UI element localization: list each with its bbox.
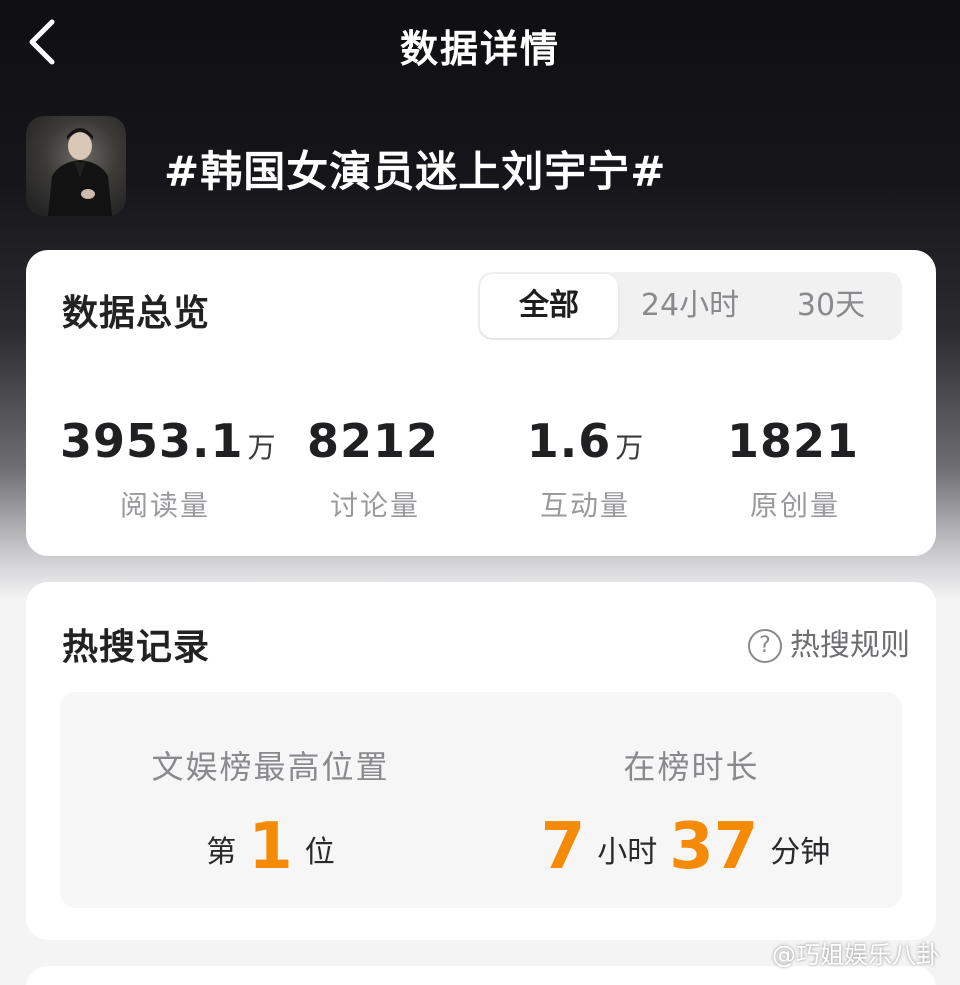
- duration-hours: 7: [540, 810, 586, 884]
- stat-discussions: 8212 讨论量: [270, 414, 480, 524]
- stat-value: 8212: [306, 414, 440, 468]
- page-title: 数据详情: [399, 27, 560, 71]
- peak-rank-block: 文娱榜最高位置 第1位: [60, 692, 481, 908]
- topic-title: #韩国女演员迷上刘宇宁#: [164, 147, 667, 196]
- stat-label: 原创量: [749, 489, 840, 522]
- topic-avatar: [26, 116, 126, 216]
- stat-value: 1821: [726, 414, 860, 468]
- stat-interactions: 1.6 万 互动量: [480, 414, 690, 524]
- stat-value: 1.6: [526, 414, 612, 468]
- overview-title: 数据总览: [62, 293, 211, 334]
- rank-value: 1: [248, 810, 293, 884]
- duration-minutes: 37: [669, 810, 759, 884]
- minutes-unit: 分钟: [770, 835, 831, 870]
- stat-originals: 1821 原创量: [690, 414, 900, 524]
- stat-value: 3953.1: [60, 414, 244, 468]
- time-range-segmented-control: 全部 24小时 30天: [478, 272, 902, 340]
- stat-reads: 3953.1 万 阅读量: [60, 414, 276, 524]
- duration-block: 在榜时长 7 小时 37 分钟: [481, 692, 902, 908]
- duration-label: 在榜时长: [623, 748, 760, 786]
- tab-24h[interactable]: 24小时: [620, 272, 760, 340]
- rank-suffix: 位: [304, 835, 335, 870]
- overview-card: 数据总览 全部 24小时 30天 3953.1 万 阅读量 8212 讨论量 1.…: [26, 250, 936, 556]
- stat-label: 阅读量: [119, 489, 210, 522]
- stat-unit: 万: [615, 431, 644, 464]
- hot-search-title: 热搜记录: [62, 627, 211, 668]
- peak-rank-label: 文娱榜最高位置: [151, 748, 390, 786]
- stat-label: 讨论量: [329, 489, 420, 522]
- watermark: @巧姐娱乐八卦: [772, 941, 940, 969]
- rank-prefix: 第: [206, 835, 237, 870]
- rules-label: 热搜规则: [790, 628, 910, 663]
- question-circle-icon: ?: [748, 629, 782, 663]
- hot-search-card: 热搜记录 ? 热搜规则 文娱榜最高位置 第1位 在榜时长 7 小时 37 分钟: [26, 582, 936, 940]
- tab-30d[interactable]: 30天: [762, 272, 900, 340]
- hours-unit: 小时: [597, 835, 658, 870]
- hot-search-rules-link[interactable]: ? 热搜规则: [748, 620, 910, 664]
- stat-label: 互动量: [539, 489, 630, 522]
- hot-search-summary: 文娱榜最高位置 第1位 在榜时长 7 小时 37 分钟: [60, 692, 902, 908]
- tab-all[interactable]: 全部: [480, 274, 618, 338]
- nav-bar: 数据详情: [0, 0, 960, 86]
- topic-header: #韩国女演员迷上刘宇宁#: [26, 116, 926, 216]
